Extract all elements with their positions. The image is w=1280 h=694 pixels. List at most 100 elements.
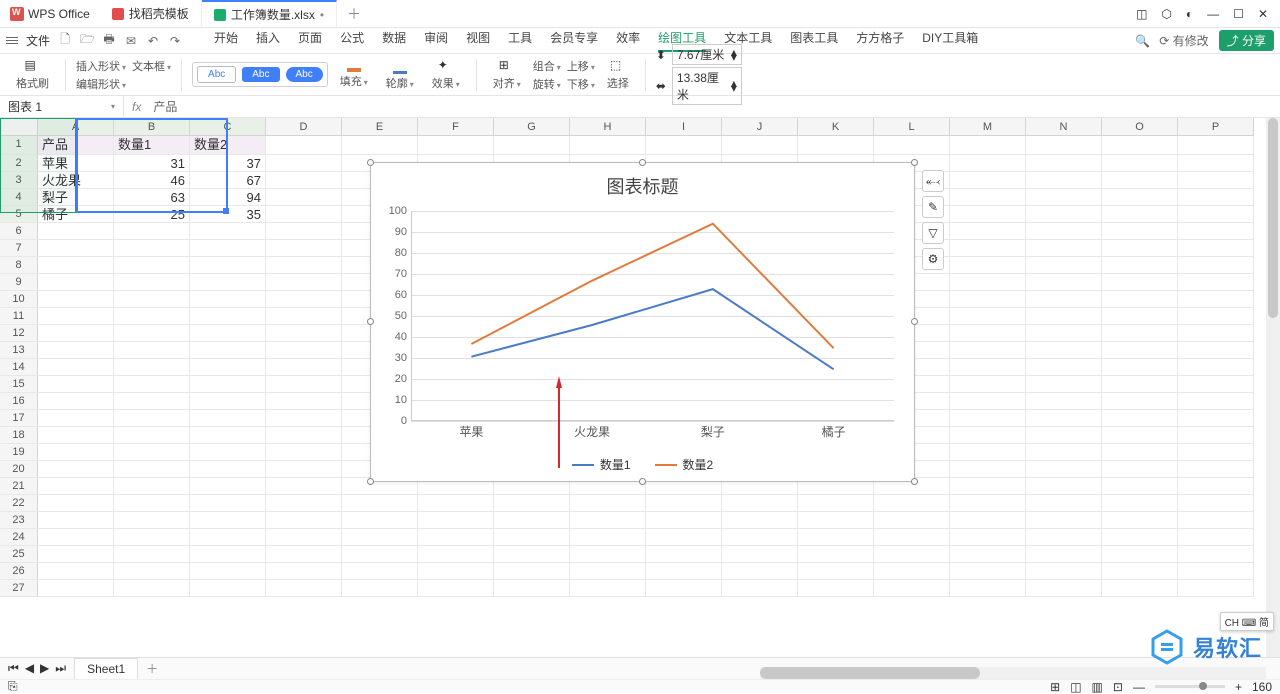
cell[interactable]	[190, 495, 266, 512]
cell[interactable]	[874, 512, 950, 529]
cell[interactable]	[798, 495, 874, 512]
modified-flag[interactable]: ⟳ 有修改	[1159, 32, 1208, 49]
menu-tab[interactable]: 会员专享	[550, 29, 598, 52]
cell[interactable]	[342, 563, 418, 580]
col-header[interactable]: G	[494, 118, 570, 136]
cell[interactable]	[266, 546, 342, 563]
cell[interactable]	[1026, 189, 1102, 206]
cell[interactable]	[646, 563, 722, 580]
cell[interactable]	[950, 580, 1026, 597]
cell[interactable]	[1102, 325, 1178, 342]
resize-handle[interactable]	[911, 478, 918, 485]
cell[interactable]	[798, 563, 874, 580]
cell[interactable]	[266, 461, 342, 478]
cell[interactable]	[1178, 563, 1254, 580]
cell[interactable]	[646, 580, 722, 597]
cell[interactable]	[1102, 444, 1178, 461]
row-header[interactable]: 2	[0, 155, 38, 172]
app-logo[interactable]: WPS Office	[0, 0, 100, 27]
cell[interactable]	[1102, 529, 1178, 546]
cell[interactable]	[418, 136, 494, 155]
cell[interactable]: 数量2	[190, 136, 266, 155]
cell[interactable]	[1178, 325, 1254, 342]
col-header[interactable]: L	[874, 118, 950, 136]
cell[interactable]	[1102, 155, 1178, 172]
cell[interactable]	[1102, 274, 1178, 291]
cell[interactable]	[874, 529, 950, 546]
menu-tab[interactable]: 审阅	[424, 29, 448, 52]
cell[interactable]	[38, 427, 114, 444]
nav-first[interactable]: ⏮	[8, 661, 19, 676]
cell[interactable]	[494, 512, 570, 529]
cell[interactable]	[570, 529, 646, 546]
cell[interactable]	[1026, 495, 1102, 512]
menu-tab[interactable]: 开始	[214, 29, 238, 52]
menu-tab[interactable]: 页面	[298, 29, 322, 52]
cell[interactable]	[190, 240, 266, 257]
cell[interactable]	[1026, 546, 1102, 563]
cell[interactable]	[114, 495, 190, 512]
legend[interactable]: 数量1数量2	[371, 456, 914, 473]
cell[interactable]	[190, 478, 266, 495]
cell[interactable]	[38, 478, 114, 495]
cell[interactable]	[114, 359, 190, 376]
hamburger-icon[interactable]	[6, 35, 18, 46]
cell[interactable]: 橘子	[38, 206, 114, 223]
col-header[interactable]: K	[798, 118, 874, 136]
cell[interactable]	[1178, 580, 1254, 597]
cell[interactable]	[266, 512, 342, 529]
cell[interactable]	[494, 546, 570, 563]
view-mode-3[interactable]: ▥	[1092, 680, 1103, 694]
win-btn-2-icon[interactable]: ⬡	[1161, 7, 1171, 21]
cell[interactable]	[1026, 529, 1102, 546]
cell[interactable]	[266, 155, 342, 172]
status-icon[interactable]: ⎘	[8, 679, 18, 694]
avatar-icon[interactable]: ◐	[1186, 7, 1193, 21]
col-header[interactable]: B	[114, 118, 190, 136]
cell[interactable]	[342, 546, 418, 563]
cell[interactable]	[1102, 512, 1178, 529]
cell[interactable]	[1026, 325, 1102, 342]
cell[interactable]	[798, 512, 874, 529]
row-header[interactable]: 26	[0, 563, 38, 580]
cell[interactable]	[1026, 172, 1102, 189]
cell[interactable]	[114, 240, 190, 257]
row-header[interactable]: 10	[0, 291, 38, 308]
chart-tool-filter[interactable]: ▽	[922, 222, 944, 244]
cell[interactable]	[494, 136, 570, 155]
align-button[interactable]: ⊞对齐	[487, 58, 527, 91]
zoom-out[interactable]: —	[1133, 680, 1145, 694]
cell[interactable]	[950, 444, 1026, 461]
cell[interactable]	[1178, 495, 1254, 512]
file-menu[interactable]: 文件	[26, 32, 50, 49]
search-icon[interactable]: 🔍	[1135, 34, 1149, 48]
cell[interactable]	[38, 325, 114, 342]
effect-button[interactable]: ✦效果	[426, 58, 466, 91]
chart-title[interactable]: 图表标题	[371, 163, 914, 205]
cell[interactable]	[950, 308, 1026, 325]
cell[interactable]	[1102, 461, 1178, 478]
minimize-button[interactable]: —	[1207, 7, 1219, 21]
cell[interactable]: 31	[114, 155, 190, 172]
cell[interactable]	[646, 529, 722, 546]
qa-redo-icon[interactable]: ↷	[168, 34, 182, 48]
cell[interactable]	[1178, 376, 1254, 393]
close-button[interactable]: ✕	[1258, 7, 1268, 21]
row-header[interactable]: 21	[0, 478, 38, 495]
cell[interactable]	[950, 172, 1026, 189]
cell[interactable]	[1026, 155, 1102, 172]
row-header[interactable]: 7	[0, 240, 38, 257]
cell[interactable]	[266, 427, 342, 444]
cell[interactable]	[570, 546, 646, 563]
cell[interactable]	[950, 529, 1026, 546]
cell[interactable]	[570, 563, 646, 580]
cell[interactable]	[1026, 478, 1102, 495]
cell[interactable]	[190, 291, 266, 308]
cell[interactable]	[1026, 376, 1102, 393]
cell[interactable]	[1102, 257, 1178, 274]
cell[interactable]	[266, 240, 342, 257]
cell[interactable]	[266, 580, 342, 597]
cell[interactable]	[1026, 393, 1102, 410]
col-header[interactable]: A	[38, 118, 114, 136]
row-header[interactable]: 25	[0, 546, 38, 563]
